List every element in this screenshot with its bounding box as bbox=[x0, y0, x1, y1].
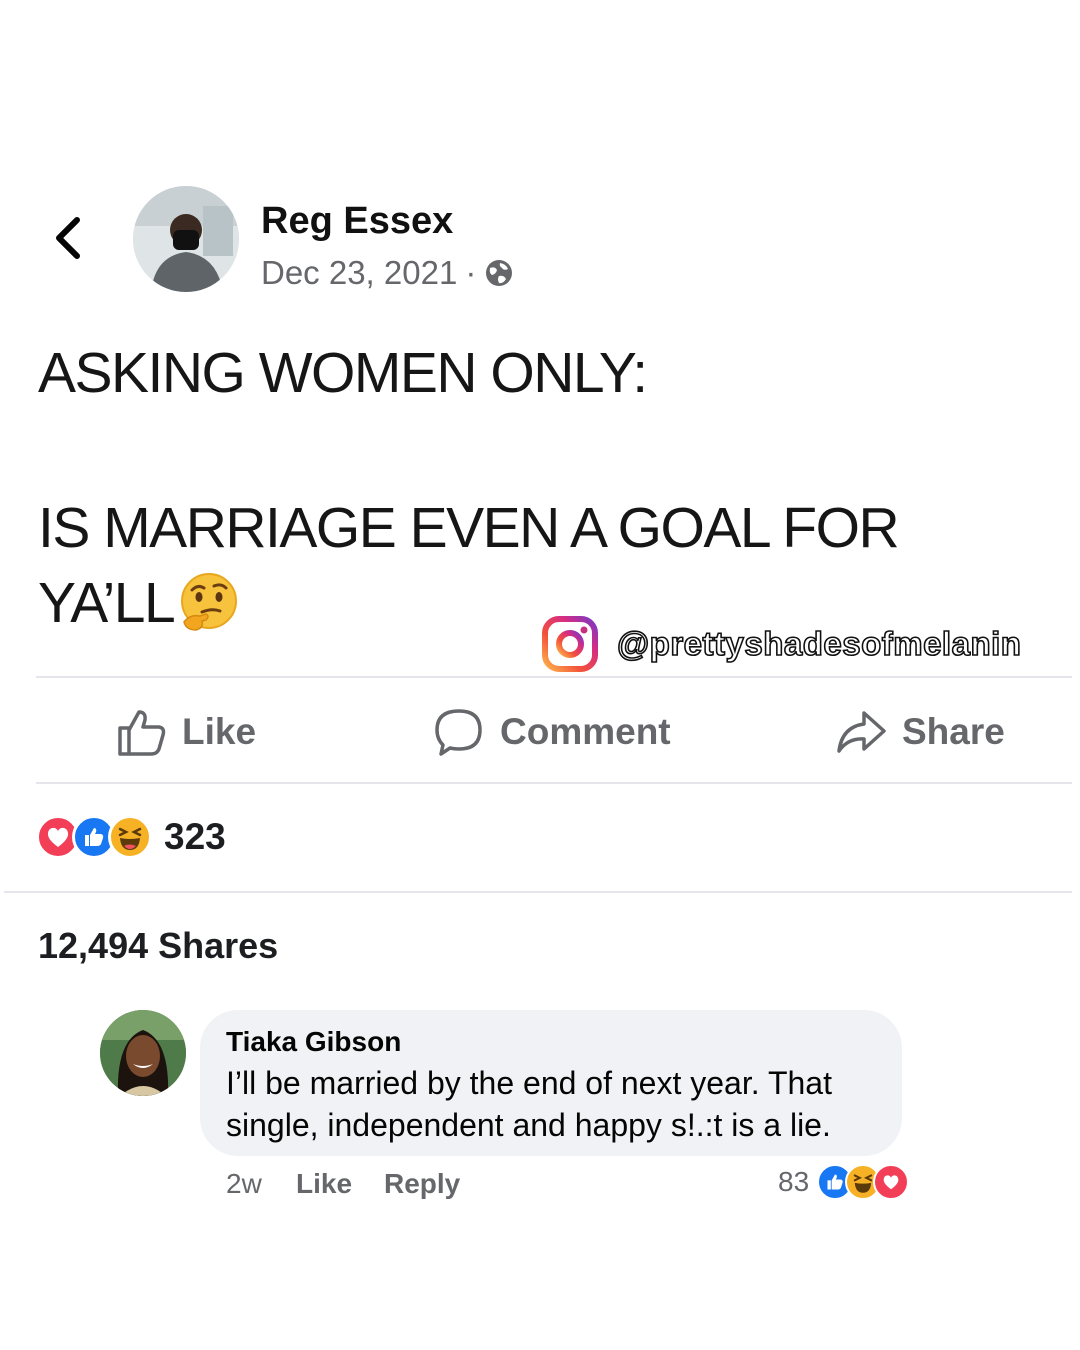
comment-icon bbox=[435, 709, 482, 756]
comment-text: I’ll be married by the end of next year.… bbox=[226, 1065, 832, 1143]
author-photo bbox=[133, 186, 239, 292]
meta-separator: · bbox=[465, 254, 477, 291]
reaction-count: 323 bbox=[164, 816, 226, 857]
post-text-line-1: ASKING WOMEN ONLY: bbox=[38, 341, 648, 405]
author-avatar[interactable] bbox=[133, 186, 239, 292]
watermark-handle: @prettyshadesofmelanin bbox=[616, 624, 1022, 663]
comment-label: Comment bbox=[500, 711, 671, 752]
instagram-watermark: @prettyshadesofmelanin bbox=[541, 615, 1022, 673]
divider-top bbox=[36, 676, 1072, 678]
instagram-icon bbox=[542, 616, 598, 672]
like-label: Like bbox=[182, 711, 257, 752]
divider-middle bbox=[36, 782, 1072, 784]
like-icon bbox=[118, 710, 166, 756]
like-button[interactable]: Like bbox=[116, 705, 256, 759]
thinking-face-emoji bbox=[181, 573, 238, 631]
author-name[interactable]: Reg Essex bbox=[261, 200, 453, 243]
commenter-name[interactable]: Tiaka Gibson bbox=[226, 1026, 401, 1058]
post-text-line-3-label: YA’LL bbox=[38, 571, 176, 635]
share-label: Share bbox=[902, 711, 1005, 752]
share-icon bbox=[837, 711, 886, 753]
comment-love-reaction-icon bbox=[873, 1164, 910, 1200]
reaction-summary[interactable]: 323 bbox=[36, 815, 226, 859]
globe-icon bbox=[486, 260, 513, 286]
divider-bottom bbox=[4, 891, 1072, 893]
comment-button[interactable]: Comment bbox=[432, 705, 671, 759]
post-text-line-2: IS MARRIAGE EVEN A GOAL FOR bbox=[38, 496, 900, 560]
commenter-avatar[interactable] bbox=[100, 1010, 186, 1096]
back-button[interactable] bbox=[44, 210, 92, 266]
back-chevron-icon bbox=[56, 217, 80, 259]
share-button[interactable]: Share bbox=[834, 705, 1005, 759]
comment-age[interactable]: 2w bbox=[226, 1168, 262, 1200]
haha-reaction-icon bbox=[108, 815, 152, 859]
comment-reply-button[interactable]: Reply bbox=[384, 1168, 460, 1200]
post-text-line-3: YA’LL bbox=[38, 570, 242, 636]
commenter-photo bbox=[100, 1010, 186, 1096]
comment-like-button[interactable]: Like bbox=[296, 1168, 352, 1200]
post-date[interactable]: Dec 23, 2021 bbox=[261, 254, 457, 292]
comment-reaction-summary[interactable]: 83 bbox=[778, 1164, 910, 1200]
post-meta: Dec 23, 2021 · bbox=[261, 254, 514, 292]
share-count[interactable]: 12,494 Shares bbox=[38, 925, 278, 967]
comment-reaction-count: 83 bbox=[778, 1166, 810, 1197]
